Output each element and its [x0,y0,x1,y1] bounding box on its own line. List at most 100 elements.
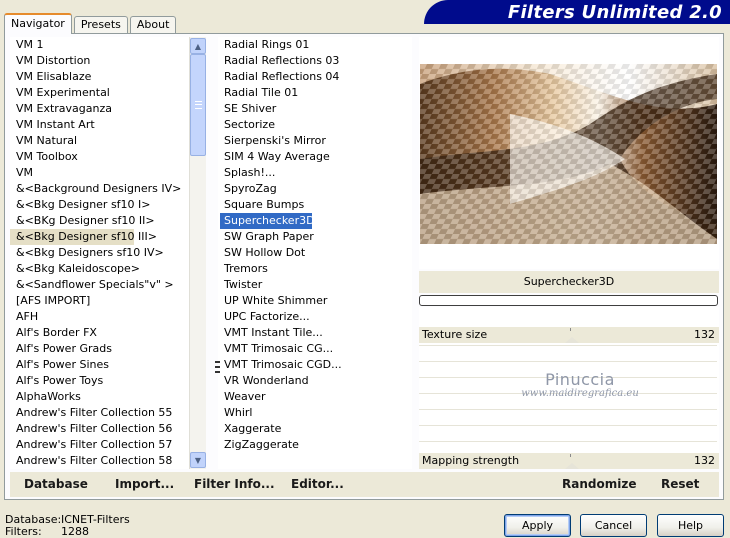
category-list-item[interactable]: &<Bkg Designer sf10 I> [10,197,206,213]
database-button[interactable]: Database [24,472,88,497]
filter-list-item[interactable]: Sectorize [218,117,412,133]
slider-label: Texture size [422,328,488,341]
divider [419,425,717,426]
filter-list-item[interactable]: ZigZaggerate [218,437,412,453]
filter-list-item[interactable]: SE Shiver [218,101,412,117]
filter-list-item[interactable]: SW Graph Paper [218,229,412,245]
divider [419,345,717,346]
slider-value: 132 [694,328,715,341]
category-list-item[interactable]: Alf's Power Toys [10,373,206,389]
category-list-item[interactable]: &<BKg Designer sf10 II> [10,213,206,229]
category-list-item[interactable]: &<Background Designers IV> [10,181,206,197]
filter-list-item[interactable]: Radial Rings 01 [218,37,412,53]
randomize-button[interactable]: Randomize [562,472,636,497]
filter-list-item[interactable]: Twister [218,277,412,293]
filter-name-label: Superchecker3D [419,271,719,293]
filter-list-item[interactable]: Splash!... [218,165,412,181]
category-list[interactable]: VM 1 VM Distortion VM Elisablaze VM Experim… [10,37,206,469]
category-list-item[interactable]: VM Distortion [10,53,206,69]
category-list-item[interactable]: Andrew's Filter Collection 56 [10,421,206,437]
slider-knob-icon[interactable] [565,337,579,343]
category-list-item[interactable]: Alf's Power Sines [10,357,206,373]
category-list-item[interactable]: VM Experimental [10,85,206,101]
divider [419,361,717,362]
filter-list-item[interactable]: SpyroZag [218,181,412,197]
filter-list[interactable]: Radial Rings 01 Radial Reflections 03 Radi… [218,37,412,469]
divider [419,441,717,442]
editor-button[interactable]: Editor... [291,472,344,497]
category-list-item[interactable]: &<Bkg Designer sf10 III> [10,229,157,245]
category-list-item[interactable]: AFH [10,309,206,325]
category-list-item[interactable]: Alf's Power Grads [10,341,206,357]
category-list-item[interactable]: Andrew's Filter Collection 57 [10,437,206,453]
filter-list-item[interactable]: Whirl [218,405,412,421]
tab-presets[interactable]: Presets [73,16,128,34]
category-list-item[interactable]: &<Sandflower Specials"v" > [10,277,206,293]
title-banner: Filters Unlimited 2.0 [424,0,730,24]
cancel-button[interactable]: Cancel [580,514,647,537]
category-list-item[interactable]: &<Bkg Designers sf10 IV> [10,245,206,261]
scroll-up-button[interactable]: ▲ [190,38,206,54]
category-list-item[interactable]: &<Bkg Kaleidoscope> [10,261,206,277]
filter-list-item[interactable]: VMT Instant Tile... [218,325,412,341]
filter-list-item[interactable]: Square Bumps [218,197,412,213]
slider-label: Mapping strength [422,454,520,467]
arrow-down-icon: ▼ [194,455,202,465]
filter-list-item[interactable]: Weaver [218,389,412,405]
category-list-item[interactable]: VM Extravaganza [10,101,206,117]
import-button[interactable]: Import... [115,472,174,497]
filter-list-item[interactable]: Radial Reflections 04 [218,69,412,85]
scroll-thumb[interactable] [190,54,206,156]
scroll-down-button[interactable]: ▼ [190,452,206,468]
filter-list-item[interactable]: VMT Trimosaic CGD... [218,357,412,373]
category-list-item[interactable]: VM Instant Art [10,117,206,133]
help-button[interactable]: Help [657,514,724,537]
filter-list-item[interactable]: Sierpenski's Mirror [218,133,412,149]
filter-list-item[interactable]: Xaggerate [218,421,412,437]
category-list-item[interactable]: VM [10,165,206,181]
divider [419,409,717,410]
status-filters-label: Filters: [5,525,42,538]
app-title: Filters Unlimited 2.0 [507,2,722,23]
filter-list-item[interactable]: UP White Shimmer [218,293,412,309]
grip-icon [195,101,202,109]
slider-value: 132 [694,454,715,467]
filter-list-item[interactable]: Radial Reflections 03 [218,53,412,69]
category-list-item[interactable]: AlphaWorks [10,389,206,405]
filter-list-item[interactable]: SIM 4 Way Average [218,149,412,165]
watermark: Pinuccia www.maidiregrafica.eu [500,370,660,399]
progress-bar [419,295,718,306]
slider-tick [570,328,571,331]
filter-list-item[interactable]: SW Hollow Dot [218,245,412,261]
list-marker-icon [215,361,220,373]
tab-navigator[interactable]: Navigator [4,13,72,34]
category-list-item[interactable]: [AFS IMPORT] [10,293,206,309]
filter-list-item[interactable]: VMT Trimosaic CG... [218,341,412,357]
category-list-item[interactable]: Andrew's Filter Collection 55 [10,405,206,421]
category-list-item[interactable]: VM Elisablaze [10,69,206,85]
watermark-url: www.maidiregrafica.eu [521,388,639,399]
tab-strip: Navigator Presets About [4,12,178,34]
tab-about[interactable]: About [129,16,177,34]
status-filters: Filters: 1288 [5,526,89,538]
category-list-item[interactable]: Andrew's Filter Collection 58 [10,453,206,469]
category-scrollbar[interactable]: ▲ ▼ [189,37,206,469]
slider-tick [570,454,571,457]
filter-list-item[interactable]: Superchecker3D [220,213,315,229]
filter-preview-image [420,64,717,244]
category-list-item[interactable]: Alf's Border FX [10,325,206,341]
category-list-item[interactable]: VM 1 [10,37,206,53]
filter-list-item[interactable]: UPC Factorize... [218,309,412,325]
status-filters-value: 1288 [61,525,89,538]
filter-list-item[interactable]: Tremors [218,261,412,277]
filter-info-button[interactable]: Filter Info... [194,472,275,497]
slider-knob-icon[interactable] [565,463,579,469]
apply-button[interactable]: Apply [504,514,571,537]
category-list-item[interactable]: VM Natural [10,133,206,149]
category-list-item[interactable]: VM Toolbox [10,149,206,165]
filter-list-item[interactable]: Radial Tile 01 [218,85,412,101]
watermark-name: Pinuccia [545,370,615,389]
filter-list-item[interactable]: VR Wonderland [218,373,412,389]
arrow-up-icon: ▲ [194,41,202,51]
reset-button[interactable]: Reset [661,472,699,497]
